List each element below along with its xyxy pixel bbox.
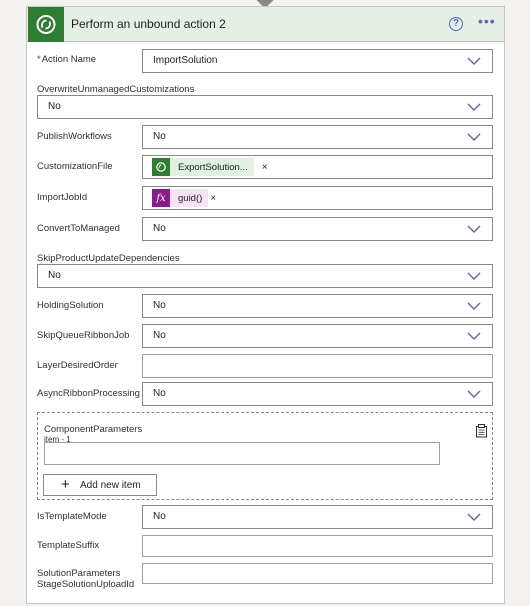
is-template-mode-dropdown[interactable]: No (142, 505, 493, 529)
more-options-icon[interactable]: ••• (478, 14, 498, 30)
import-job-id-label: ImportJobId (37, 192, 88, 203)
customization-file-label: CustomizationFile (37, 161, 113, 172)
customization-file-token-label: ExportSolution... (178, 161, 248, 173)
chevron-down-icon (467, 513, 481, 521)
chevron-down-icon (467, 390, 481, 398)
import-job-id-token[interactable]: fx guid() × (152, 189, 216, 207)
help-icon[interactable]: ? (449, 17, 463, 31)
chevron-down-icon (467, 225, 481, 233)
chevron-down-icon (467, 57, 481, 65)
component-parameters-section: ComponentParameters item - 1 + Add new i… (37, 412, 493, 500)
overwrite-dropdown[interactable]: No (37, 95, 493, 119)
holding-solution-label: HoldingSolution (37, 300, 104, 311)
chevron-down-icon (467, 133, 481, 141)
is-template-mode-value: No (153, 511, 166, 522)
add-new-item-label: Add new item (80, 480, 141, 491)
dataverse-icon (152, 158, 170, 176)
add-new-item-button[interactable]: + Add new item (43, 474, 157, 496)
holding-solution-dropdown[interactable]: No (142, 294, 493, 318)
import-job-id-token-label: guid() (178, 192, 203, 204)
async-ribbon-dropdown[interactable]: No (142, 382, 493, 406)
skip-product-update-dropdown[interactable]: No (37, 264, 493, 288)
dataverse-icon (28, 7, 64, 42)
import-job-id-input[interactable]: fx guid() × (142, 186, 493, 210)
template-suffix-label: TemplateSuffix (37, 540, 100, 551)
is-template-mode-label: IsTemplateMode (37, 511, 107, 522)
convert-to-managed-value: No (153, 223, 166, 234)
expression-icon: fx (152, 189, 170, 207)
action-header[interactable]: Perform an unbound action 2 ? ••• (27, 7, 504, 42)
convert-to-managed-dropdown[interactable]: No (142, 217, 493, 241)
convert-to-managed-label: ConvertToManaged (37, 223, 120, 234)
publish-workflows-value: No (153, 131, 166, 142)
action-name-value: ImportSolution (153, 55, 218, 66)
async-ribbon-value: No (153, 388, 166, 399)
chevron-down-icon (467, 332, 481, 340)
component-parameters-label: ComponentParameters (44, 424, 143, 435)
skip-product-update-label: SkipProductUpdateDependencies (37, 253, 180, 264)
remove-token-icon[interactable]: × (262, 162, 268, 173)
component-parameters-item-input[interactable] (44, 442, 440, 465)
action-title: Perform an unbound action 2 (71, 17, 226, 31)
stage-solution-label: SolutionParameters StageSolutionUploadId (37, 568, 135, 590)
skip-queue-ribbon-dropdown[interactable]: No (142, 324, 493, 348)
item-label: item - 1 (44, 435, 71, 442)
chevron-down-icon (467, 272, 481, 280)
customization-file-input[interactable]: ExportSolution... × (142, 155, 493, 179)
skip-queue-ribbon-value: No (153, 330, 166, 341)
layer-desired-order-input[interactable] (142, 354, 493, 378)
template-suffix-input[interactable] (142, 535, 493, 557)
stage-solution-input[interactable] (142, 563, 493, 584)
skip-queue-ribbon-label: SkipQueueRibbonJob (37, 330, 130, 341)
action-card: Perform an unbound action 2 ? ••• *Actio… (26, 6, 505, 604)
holding-solution-value: No (153, 300, 166, 311)
layer-desired-order-label: LayerDesiredOrder (37, 360, 118, 371)
action-name-dropdown[interactable]: ImportSolution (142, 49, 493, 73)
customization-file-token[interactable]: ExportSolution... × (152, 158, 268, 176)
overwrite-label: OverwriteUnmanagedCustomizations (37, 84, 195, 95)
chevron-down-icon (467, 302, 481, 310)
action-name-label: *Action Name (37, 54, 97, 65)
remove-token-icon[interactable]: × (210, 193, 216, 204)
skip-product-update-value: No (48, 270, 61, 281)
async-ribbon-label: AsyncRibbonProcessing (37, 388, 140, 399)
publish-workflows-label: PublishWorkflows (37, 131, 112, 142)
plus-icon: + (61, 476, 70, 493)
overwrite-value: No (48, 101, 61, 112)
publish-workflows-dropdown[interactable]: No (142, 125, 493, 149)
switch-input-mode-icon[interactable] (475, 424, 488, 438)
chevron-down-icon (467, 103, 481, 111)
